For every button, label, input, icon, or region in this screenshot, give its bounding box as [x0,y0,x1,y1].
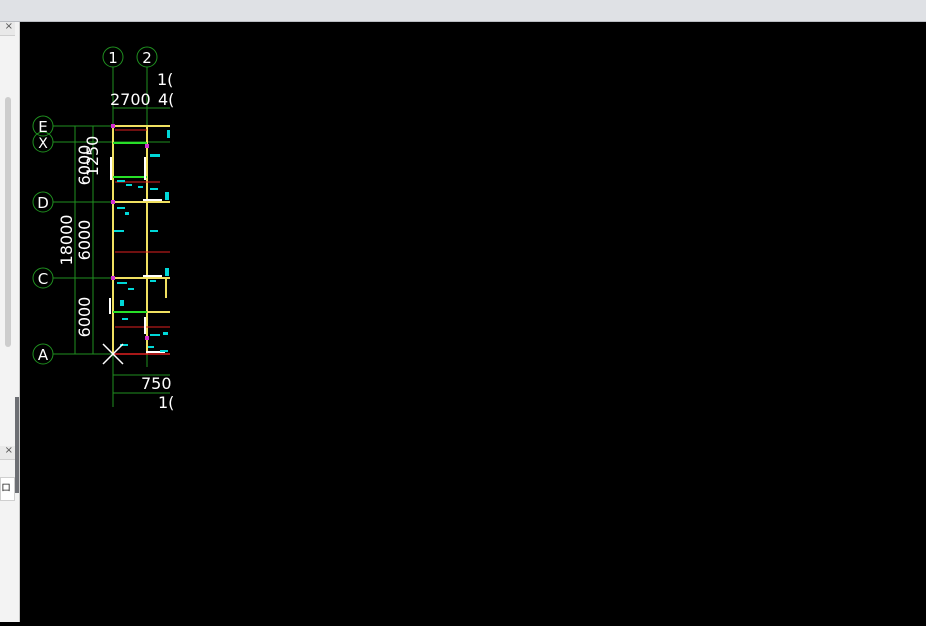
close-icon[interactable]: × [5,20,13,34]
floor-plan-walls [112,125,170,355]
dim-left-6000-mid: 6000 [75,220,94,261]
dim-top-2700: 2700 [110,90,151,109]
cad-drawing: 1 2 E X D C A 1( 2700 4( 1250 6000 6000 … [32,46,174,412]
grid-row-d: D [37,194,49,212]
dim-bottom-overall: 1( [158,393,174,412]
dim-left-6000-top: 6000 [75,145,94,186]
dim-left-6000-bottom: 6000 [75,297,94,338]
window-titlebar [0,0,926,22]
grid-row-a: A [38,346,49,364]
panel-scrollbar[interactable] [5,97,11,347]
left-side-panel: × × ロ [0,20,20,622]
grid-col-2: 2 [142,49,152,67]
dim-bottom-750: 750 [141,374,172,393]
panel-header-bottom: × [0,444,15,460]
panel-header-top: × [0,20,15,36]
cad-drawing-canvas[interactable]: 1 2 E X D C A 1( 2700 4( 1250 6000 6000 … [20,22,926,622]
grid-row-e: E [38,118,47,136]
panel-input-field[interactable]: ロ [0,477,15,501]
panel-collapse-tab[interactable] [15,397,19,493]
grid-row-c: C [38,270,48,288]
grid-row-x: X [38,136,48,152]
dim-left-18000: 18000 [57,215,76,266]
dim-top-4: 4( [158,90,174,109]
grid-col-1: 1 [108,49,118,67]
dim-top-overall: 1( [157,70,173,89]
cyan-annotations [114,130,170,352]
close-icon[interactable]: × [5,444,13,458]
door-marks [109,157,165,353]
